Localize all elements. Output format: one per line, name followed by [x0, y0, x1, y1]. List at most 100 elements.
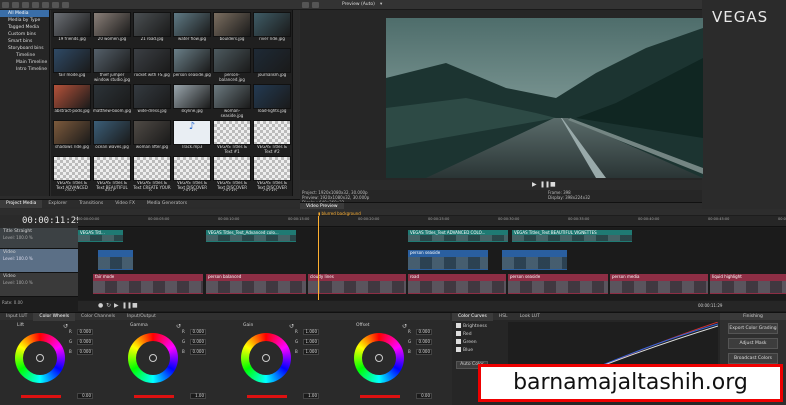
- reset-icon[interactable]: ↺: [63, 323, 68, 330]
- import-icon[interactable]: [32, 2, 39, 8]
- tab-curves[interactable]: Look LUT: [514, 313, 546, 321]
- channel-value-field[interactable]: 1.000: [303, 339, 319, 345]
- track-header-video-2[interactable]: Video Level: 100.0 %: [0, 273, 78, 297]
- media-thumbnail[interactable]: shadows ride.jpg: [53, 120, 91, 155]
- media-thumbnail[interactable]: wide-dress.jpg: [133, 84, 171, 119]
- media-thumbnail[interactable]: abstract-pods.jpg: [53, 84, 91, 119]
- media-thumbnail[interactable]: VEGAS Titles & Text DISCOVER CREATI...: [173, 156, 211, 191]
- reset-icon[interactable]: ↺: [402, 323, 407, 330]
- settings-icon[interactable]: [302, 2, 309, 8]
- timeline-clip[interactable]: road: [408, 274, 506, 294]
- channel-checkbox-row[interactable]: Blue: [456, 347, 487, 355]
- tab-explorer[interactable]: Project Media: [0, 200, 43, 208]
- media-thumbnail[interactable]: 20 women.jpg: [93, 12, 131, 47]
- tab-grading[interactable]: Input/Output: [121, 313, 162, 321]
- preview-quality[interactable]: Preview (Auto): [342, 2, 375, 7]
- slider-value[interactable]: 0.00: [77, 393, 93, 399]
- slider-value[interactable]: 1.00: [303, 393, 319, 399]
- media-thumbnail[interactable]: woman-seaside.jpg: [213, 84, 251, 119]
- color-wheel[interactable]: [128, 333, 178, 383]
- media-thumbnail[interactable]: VEGAS Titles & Text #1: [213, 120, 251, 155]
- intensity-slider[interactable]: [134, 395, 174, 398]
- channel-value-field[interactable]: 0.000: [77, 339, 93, 345]
- media-thumbnail[interactable]: boulders.jpg: [213, 12, 251, 47]
- timeline-clip[interactable]: person balanced: [206, 274, 306, 294]
- media-scrollbar[interactable]: [292, 10, 299, 196]
- timeline-clip[interactable]: person seaside: [408, 250, 488, 270]
- play-icon[interactable]: ▶: [532, 181, 537, 188]
- chevron-down-icon[interactable]: ▾: [380, 2, 382, 7]
- media-thumbnail[interactable]: VEGAS Titles & Text CREATE YOUR O...: [133, 156, 171, 191]
- up-folder-icon[interactable]: [22, 2, 29, 8]
- media-thumbnail[interactable]: 21 road.jpg: [133, 12, 171, 47]
- media-thumbnail[interactable]: woman lifter.jpg: [133, 120, 171, 155]
- media-thumbnail[interactable]: VEGAS Titles & Text DISCOVER CREATI...: [253, 156, 291, 191]
- media-thumbnail[interactable]: person seaside.jpg: [173, 48, 211, 83]
- timeline-clip[interactable]: person media: [610, 274, 708, 294]
- media-thumbnail[interactable]: rocket with FS.jpg: [133, 48, 171, 83]
- tab-explorer[interactable]: Media Generators: [141, 200, 193, 208]
- media-thumbnail[interactable]: fair mode.jpg: [53, 48, 91, 83]
- media-thumbnail[interactable]: skyline.jpg: [173, 84, 211, 119]
- channel-value-field[interactable]: 0.000: [416, 339, 432, 345]
- media-thumbnail[interactable]: VEGAS Titles & Text #2: [253, 120, 291, 155]
- media-thumbnail[interactable]: river ride.jpg: [253, 12, 291, 47]
- play-icon[interactable]: ▶: [114, 302, 119, 309]
- media-thumbnail[interactable]: VEGAS Titles & Text ADVANCED COLO...: [53, 156, 91, 191]
- bin-item[interactable]: Storyboard bins: [0, 45, 49, 52]
- stop-icon[interactable]: ■: [132, 302, 138, 309]
- color-wheel[interactable]: [354, 333, 404, 383]
- channel-value-field[interactable]: 0.000: [190, 339, 206, 345]
- channel-checkbox-row[interactable]: Brightness: [456, 323, 487, 331]
- checkbox[interactable]: [456, 323, 461, 328]
- reset-icon[interactable]: ↺: [176, 323, 181, 330]
- timeline-clip[interactable]: VEGAS Titles_Text ADVANCED COLO...: [408, 230, 508, 242]
- intensity-slider[interactable]: [360, 395, 400, 398]
- color-wheel[interactable]: [15, 333, 65, 383]
- timeline-clip[interactable]: person seaside: [508, 274, 608, 294]
- channel-value-field[interactable]: 0.000: [416, 349, 432, 355]
- media-thumbnail[interactable]: VEGAS Titles & Text DISCOVER CREATI...: [213, 156, 251, 191]
- views-icon[interactable]: [52, 2, 59, 8]
- tab-curves[interactable]: HSL: [493, 313, 514, 321]
- media-thumbnail[interactable]: matthew-boom.jpg: [93, 84, 131, 119]
- channel-checkbox-row[interactable]: Red: [456, 331, 487, 339]
- bin-item[interactable]: All Media: [0, 10, 49, 17]
- wheel-handle[interactable]: [36, 354, 44, 362]
- slider-value[interactable]: 0.00: [416, 393, 432, 399]
- channel-value-field[interactable]: 0.000: [190, 329, 206, 335]
- media-thumbnail[interactable]: person-balanced.jpg: [213, 48, 251, 83]
- tab-grading[interactable]: Color Wheels: [33, 313, 76, 321]
- track-header-video-1[interactable]: Video Level: 100.0 %: [0, 249, 78, 273]
- finishing-button[interactable]: Export Color Grading: [728, 323, 778, 334]
- tab-grading[interactable]: Color Channels: [75, 313, 121, 321]
- bin-item[interactable]: Tagged Media: [0, 24, 49, 31]
- record-icon[interactable]: ●: [98, 302, 103, 309]
- pause-icon[interactable]: ❚❚: [540, 181, 550, 188]
- media-thumbnail[interactable]: VEGAS Titles & Text BEAUTIFUL ROLE...: [93, 156, 131, 191]
- checkbox[interactable]: [456, 331, 461, 336]
- checkbox[interactable]: [456, 347, 461, 352]
- channel-value-field[interactable]: 1.000: [303, 329, 319, 335]
- timeline-clip[interactable]: VEGAS Titles_Text_Advanced colo...: [206, 230, 296, 242]
- refresh-icon[interactable]: [42, 2, 49, 8]
- finishing-button[interactable]: Adjust Mask: [728, 338, 778, 349]
- media-thumbnail[interactable]: 19 friends.jpg: [53, 12, 91, 47]
- pause-icon[interactable]: ❚❚: [122, 302, 132, 309]
- media-thumbnail[interactable]: road-lights.jpg: [253, 84, 291, 119]
- color-wheel[interactable]: [241, 333, 291, 383]
- track-header-title[interactable]: Title Straight Level: 100.0 %: [0, 228, 78, 249]
- channel-value-field[interactable]: 0.000: [77, 349, 93, 355]
- checkbox[interactable]: [456, 339, 461, 344]
- bin-item[interactable]: Custom bins: [0, 31, 49, 38]
- media-thumbnail[interactable]: ocean waves.jpg: [93, 120, 131, 155]
- slider-value[interactable]: 1.00: [190, 393, 206, 399]
- bin-item[interactable]: Smart bins: [0, 38, 49, 45]
- channel-value-field[interactable]: 0.000: [416, 329, 432, 335]
- intensity-slider[interactable]: [247, 395, 287, 398]
- timeline-clip[interactable]: liquid highlight: [710, 274, 786, 294]
- tab-explorer[interactable]: Video FX: [109, 200, 141, 208]
- media-thumbnail[interactable]: journalism.jpg: [253, 48, 291, 83]
- wheel-handle[interactable]: [375, 354, 383, 362]
- intensity-slider[interactable]: [21, 395, 61, 398]
